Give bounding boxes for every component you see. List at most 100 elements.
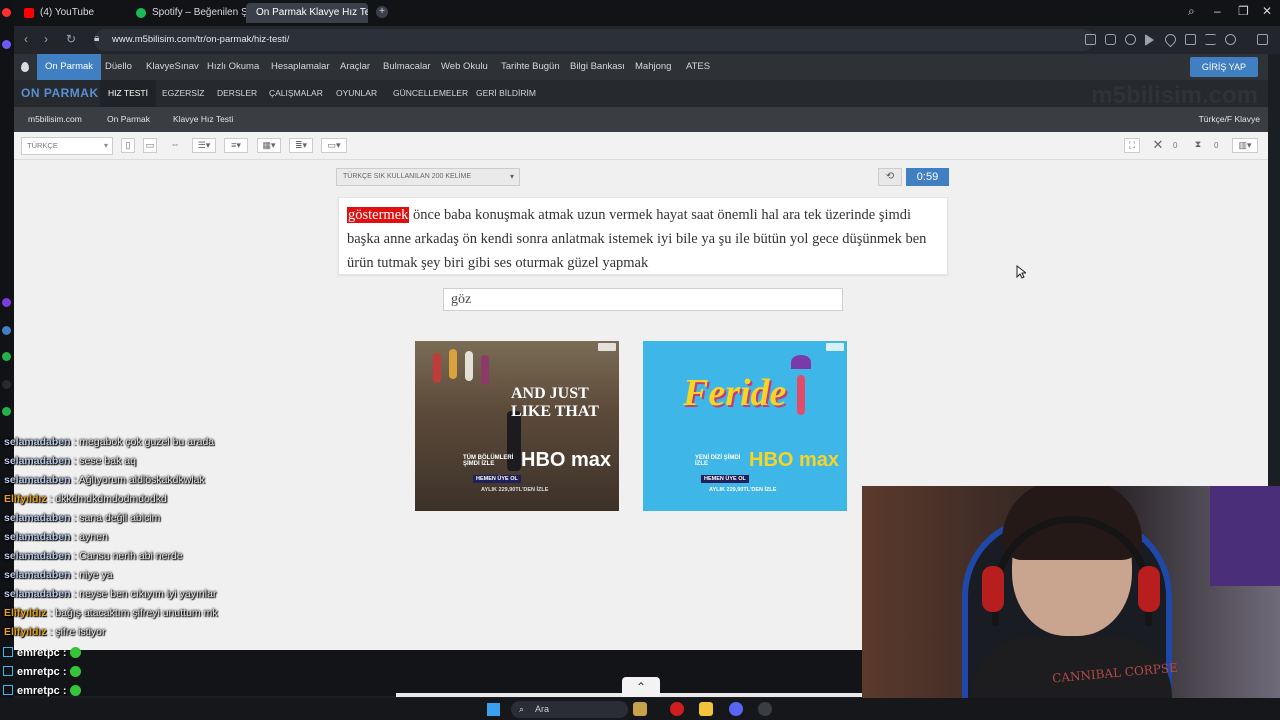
login-button[interactable]: GİRİŞ YAP bbox=[1189, 57, 1258, 77]
badge-icon bbox=[3, 685, 13, 695]
breadcrumb-item[interactable]: m5bilisim.com bbox=[28, 107, 82, 132]
menu-on-parmak[interactable]: On Parmak bbox=[37, 54, 102, 80]
heart-icon[interactable] bbox=[1162, 31, 1179, 48]
new-tab-button[interactable]: + bbox=[376, 6, 388, 18]
ad-title: AND JUST LIKE THAT bbox=[511, 385, 599, 420]
breadcrumb-item[interactable]: On Parmak bbox=[107, 107, 150, 132]
chat-username[interactable]: selamadaben bbox=[4, 474, 71, 486]
language-select[interactable]: TÜRKÇE bbox=[21, 137, 113, 155]
close-icon[interactable]: ✕ bbox=[1262, 4, 1272, 18]
app-icon[interactable] bbox=[2, 352, 11, 361]
extension-icon[interactable] bbox=[1257, 34, 1268, 45]
display-icon[interactable]: ▭▾ bbox=[321, 138, 347, 153]
app-icon[interactable] bbox=[633, 702, 647, 716]
ad-banner[interactable]: AND JUST LIKE THAT HBO max TÜM BÖLÜMLERİ… bbox=[415, 341, 619, 511]
chat-text: : şifre istiyor bbox=[46, 626, 106, 638]
menu-araclar[interactable]: Araçlar bbox=[340, 54, 370, 80]
shield-icon[interactable] bbox=[1125, 34, 1136, 45]
logo-drop-icon[interactable] bbox=[21, 62, 29, 72]
folder-icon[interactable] bbox=[699, 702, 713, 716]
menu-hizli-okuma[interactable]: Hızlı Okuma bbox=[207, 54, 259, 80]
scroll-up-button[interactable]: ⌃ bbox=[622, 677, 660, 697]
camera-icon[interactable] bbox=[1105, 34, 1116, 45]
tab-geri-bildirim[interactable]: GERİ BİLDİRİM bbox=[476, 80, 536, 107]
tab-egzersiz[interactable]: EGZERSİZ bbox=[162, 80, 205, 107]
grid-icon[interactable]: ▦▾ bbox=[257, 138, 281, 153]
windows-start-icon[interactable] bbox=[487, 703, 500, 716]
ad-choices-icon[interactable] bbox=[826, 343, 844, 351]
opera-icon[interactable] bbox=[670, 702, 684, 716]
chat-username[interactable]: Elifyıldız bbox=[4, 607, 47, 619]
chat-username[interactable]: selamadaben bbox=[4, 455, 71, 467]
url-field[interactable]: 🔒︎ www.m5bilisim.com/tr/on-parmak/hiz-te… bbox=[94, 29, 1094, 51]
chat-message: Elifyıldız : dkkdmdkdmdodmdodkd bbox=[4, 490, 444, 509]
tab-dersler[interactable]: DERSLER bbox=[217, 80, 257, 107]
tab-oyunlar[interactable]: OYUNLAR bbox=[336, 80, 377, 107]
menu-bulmacalar[interactable]: Bulmacalar bbox=[383, 54, 431, 80]
app-icon[interactable] bbox=[2, 40, 11, 49]
chat-username[interactable]: selamadaben bbox=[4, 569, 71, 581]
menu-duello[interactable]: Düello bbox=[105, 54, 132, 80]
chat-username[interactable]: emretpc : bbox=[17, 666, 67, 678]
fullscreen-icon[interactable]: ⛶ bbox=[1124, 138, 1140, 153]
maximize-icon[interactable]: ❐ bbox=[1238, 4, 1249, 18]
chat-username[interactable]: Elifyıldız bbox=[4, 626, 47, 638]
chat-username[interactable]: Elifyıldız bbox=[4, 493, 47, 505]
notification-icon[interactable] bbox=[2, 8, 11, 17]
keyboard-layout-link[interactable]: Türkçe/F Klavye bbox=[1199, 107, 1260, 132]
tab-spotify[interactable]: Spotify – Beğenilen Şarkıl bbox=[130, 3, 254, 23]
list-icon[interactable]: ≣▾ bbox=[289, 138, 313, 153]
taskbar-search[interactable]: ⌕ Ara bbox=[511, 701, 628, 718]
window-icon[interactable]: ▭ bbox=[143, 138, 157, 153]
search-icon[interactable]: ⌕ bbox=[1188, 4, 1195, 19]
menu-icon[interactable] bbox=[1205, 34, 1216, 45]
app-icon[interactable] bbox=[2, 407, 11, 416]
line-spacing-icon[interactable]: ☰▾ bbox=[192, 138, 216, 153]
menu-web-okulu[interactable]: Web Okulu bbox=[441, 54, 488, 80]
menu-ates[interactable]: ATES bbox=[686, 54, 710, 80]
app-icon[interactable] bbox=[2, 326, 11, 335]
word-set-select[interactable]: TÜRKÇE SIK KULLANILAN 200 KELİME bbox=[336, 168, 520, 186]
ad-banner[interactable]: Feride HBO max YENİ DİZİ ŞİMDİ İZLE HEME… bbox=[643, 341, 847, 511]
menu-hesaplamalar[interactable]: Hesaplamalar bbox=[271, 54, 330, 80]
ad-button[interactable]: HEMEN ÜYE OL bbox=[701, 475, 749, 483]
typing-input[interactable]: göz bbox=[443, 288, 843, 311]
chat-username[interactable]: selamadaben bbox=[4, 550, 71, 562]
align-icon[interactable]: ≡▾ bbox=[224, 138, 248, 153]
page-icon[interactable]: ▯ bbox=[121, 138, 135, 153]
app-icon[interactable] bbox=[2, 298, 11, 307]
download-icon[interactable] bbox=[1185, 34, 1196, 45]
menu-mahjong[interactable]: Mahjong bbox=[635, 54, 671, 80]
chat-username[interactable]: selamadaben bbox=[4, 588, 71, 600]
tab-hiz-testi[interactable]: HIZ TESTİ bbox=[100, 80, 156, 107]
forward-icon[interactable]: › bbox=[44, 32, 48, 46]
play-icon[interactable] bbox=[1145, 34, 1154, 46]
stats-icon[interactable]: ▥▾ bbox=[1232, 138, 1258, 153]
chat-username[interactable]: selamadaben bbox=[4, 512, 71, 524]
tab-youtube[interactable]: (4) YouTube bbox=[18, 3, 130, 23]
back-icon[interactable]: ‹ bbox=[24, 32, 28, 46]
chat-username[interactable]: selamadaben bbox=[4, 531, 71, 543]
brand-logo[interactable]: ON PARMAK bbox=[21, 86, 99, 100]
tab-calismalar[interactable]: ÇALIŞMALAR bbox=[269, 80, 323, 107]
tab-guncellemeler[interactable]: GÜNCELLEMELER bbox=[393, 80, 468, 107]
chat-username[interactable]: emretpc : bbox=[17, 685, 67, 697]
profile-icon[interactable] bbox=[1225, 34, 1236, 45]
ad-button[interactable]: HEMEN ÜYE OL bbox=[473, 475, 521, 483]
menu-tarihte-bugun[interactable]: Tarihte Bugün bbox=[501, 54, 560, 80]
menu-bilgi-bankasi[interactable]: Bilgi Bankası bbox=[570, 54, 625, 80]
width-icon[interactable]: ⇔ bbox=[167, 138, 183, 153]
tab-on-parmak[interactable]: On Parmak Klavye Hız Testi bbox=[246, 3, 368, 23]
reload-icon[interactable]: ↻ bbox=[66, 32, 76, 46]
edit-icon[interactable] bbox=[1085, 34, 1096, 45]
obs-icon[interactable] bbox=[758, 702, 772, 716]
minimize-icon[interactable]: – bbox=[1214, 4, 1221, 18]
discord-icon[interactable] bbox=[729, 702, 743, 716]
chat-username[interactable]: selamadaben bbox=[4, 436, 71, 448]
ad-choices-icon[interactable] bbox=[598, 343, 616, 351]
app-icon[interactable] bbox=[2, 380, 11, 389]
chat-username[interactable]: emretpc : bbox=[17, 647, 67, 659]
menu-klavye-sinav[interactable]: KlavyeSınav bbox=[146, 54, 199, 80]
restart-button[interactable]: ⟲ bbox=[878, 168, 902, 186]
chat-text: : sese bak aq bbox=[70, 455, 136, 467]
